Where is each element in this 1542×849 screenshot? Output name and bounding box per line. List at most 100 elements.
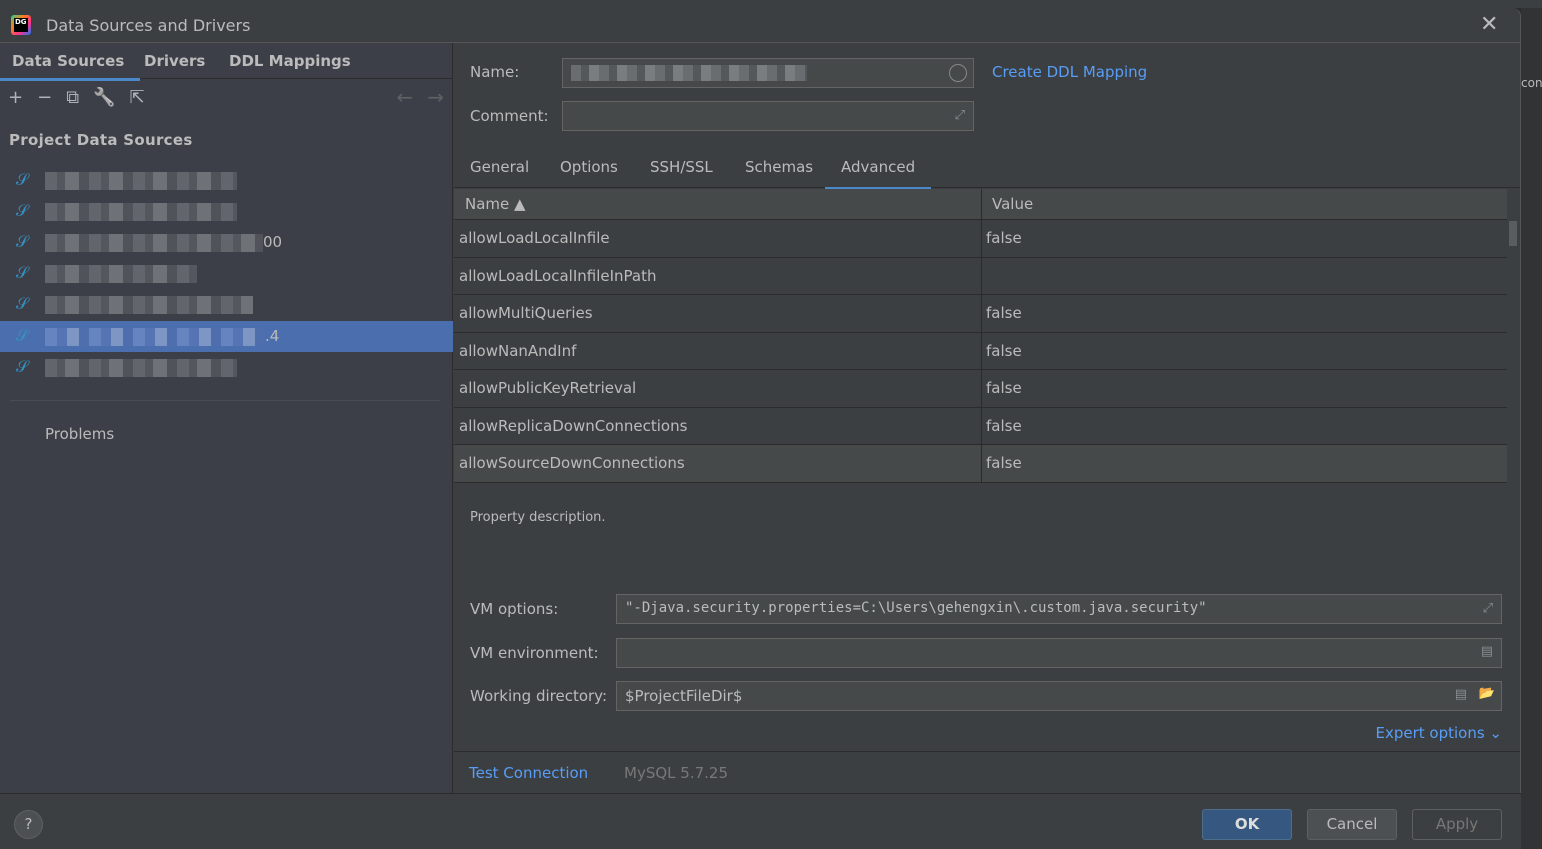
column-separator[interactable] (981, 189, 982, 219)
comment-label: Comment: (470, 107, 549, 125)
document-icon[interactable]: ▤ (1481, 644, 1493, 659)
property-name: allowNanAndInf (459, 341, 577, 360)
mysql-icon: 𝒮 (16, 294, 29, 313)
logo-text: DG (14, 18, 28, 32)
close-icon[interactable]: ✕ (1480, 12, 1498, 37)
mysql-icon: 𝒮 (16, 201, 29, 220)
name-label: Name: (470, 63, 520, 81)
table-scrollbar[interactable] (1509, 221, 1517, 246)
expert-options-link[interactable]: Expert options ⌄ (1375, 724, 1502, 742)
toolbar: + − ⧉ 🔧 ⇱ (8, 87, 145, 108)
divider (10, 400, 440, 401)
property-name: allowLoadLocalInfile (459, 229, 610, 247)
driver-version: MySQL 5.7.25 (624, 764, 728, 782)
table-row[interactable]: allowReplicaDownConnections false (454, 407, 1507, 445)
data-source-item[interactable]: 𝒮 (0, 352, 453, 383)
property-value[interactable]: false (986, 417, 1022, 435)
problems-item[interactable]: Problems (45, 425, 114, 443)
left-tabs: Data Sources Drivers DDL Mappings (0, 43, 452, 81)
working-directory-label: Working directory: (470, 687, 608, 705)
table-row[interactable]: allowMultiQueries false (454, 295, 1507, 333)
redacted-name (45, 359, 237, 377)
wrench-icon[interactable]: 🔧 (93, 87, 115, 108)
name-input[interactable] (562, 58, 974, 88)
column-separator (981, 445, 982, 482)
mysql-icon: 𝒮 (16, 232, 29, 251)
color-circle-icon[interactable] (949, 64, 967, 82)
tab-drivers[interactable]: Drivers (144, 52, 205, 70)
property-name: allowMultiQueries (459, 304, 593, 322)
navigation: ← → (396, 85, 444, 109)
left-panel: Data Sources Drivers DDL Mappings + − ⧉ … (0, 43, 453, 793)
redacted-name (45, 172, 237, 190)
data-source-item[interactable]: 𝒮 (0, 165, 453, 196)
redacted-name (571, 65, 807, 81)
export-icon[interactable]: ⇱ (129, 87, 144, 108)
tab-general[interactable]: General (470, 158, 529, 176)
back-arrow-icon[interactable]: ← (396, 85, 413, 109)
expand-icon[interactable]: ⤢ (955, 108, 965, 123)
table-row[interactable]: allowSourceDownConnections false (454, 445, 1507, 483)
mysql-icon: 𝒮 (16, 263, 29, 282)
apply-button[interactable]: Apply (1412, 809, 1502, 840)
tab-data-sources[interactable]: Data Sources (0, 52, 141, 81)
tab-ddl-mappings[interactable]: DDL Mappings (229, 52, 351, 70)
vm-environment-input[interactable]: ▤ (616, 638, 1502, 668)
redacted-name (45, 265, 197, 283)
properties-table: Name ▲ Value allowLoadLocalInfile false a… (454, 189, 1507, 483)
column-header-value[interactable]: Value (992, 195, 1033, 213)
table-row[interactable]: allowLoadLocalInfile false (454, 220, 1507, 258)
document-icon[interactable]: ▤ (1455, 687, 1467, 702)
data-source-item[interactable]: 𝒮 (0, 289, 453, 320)
vm-environment-label: VM environment: (470, 644, 599, 662)
comment-input[interactable]: ⤢ (562, 101, 974, 131)
tab-advanced[interactable]: Advanced (824, 158, 932, 190)
property-value[interactable]: false (986, 229, 1022, 247)
property-value[interactable]: false (986, 379, 1022, 397)
forward-arrow-icon[interactable]: → (427, 85, 444, 109)
vm-options-input[interactable]: "-Djava.security.properties=C:\Users\geh… (616, 594, 1502, 624)
test-connection-link[interactable]: Test Connection (469, 764, 588, 782)
tab-ssh-ssl[interactable]: SSH/SSL (650, 158, 713, 176)
dialog-buttons-bar: ? OK Cancel Apply (0, 793, 1521, 849)
ide-fragment-text: con (1521, 76, 1542, 90)
table-row[interactable]: allowLoadLocalInfileInPath (454, 257, 1507, 295)
settings-tabs: General Options SSH/SSL Schemas Advanced (454, 148, 1520, 190)
copy-icon[interactable]: ⧉ (66, 87, 79, 108)
tab-schemas[interactable]: Schemas (745, 158, 813, 176)
data-source-suffix: 00 (263, 233, 283, 251)
expand-icon[interactable]: ⤢ (1483, 601, 1493, 616)
column-header-name[interactable]: Name ▲ (465, 195, 526, 213)
folder-icon[interactable]: 📂 (1479, 686, 1495, 701)
ide-background-strip (0, 0, 1542, 8)
property-value[interactable]: false (986, 304, 1022, 322)
column-separator (981, 257, 982, 294)
table-row[interactable]: allowNanAndInf false (454, 332, 1507, 370)
section-title: Project Data Sources (9, 131, 193, 149)
property-name: allowReplicaDownConnections (459, 416, 688, 435)
create-ddl-mapping-link[interactable]: Create DDL Mapping (992, 63, 1147, 81)
mysql-icon: 𝒮 (16, 326, 29, 345)
redacted-name (45, 296, 253, 314)
table-row[interactable]: allowPublicKeyRetrieval false (454, 370, 1507, 408)
ok-button[interactable]: OK (1202, 809, 1292, 840)
help-button[interactable]: ? (14, 810, 43, 839)
data-source-item[interactable]: 𝒮 (0, 196, 453, 227)
mysql-icon: 𝒮 (16, 170, 29, 189)
remove-icon[interactable]: − (37, 87, 52, 108)
property-name: allowLoadLocalInfileInPath (459, 266, 657, 285)
property-value[interactable]: false (986, 454, 1022, 472)
working-directory-input[interactable]: $ProjectFileDir$ ▤ 📂 (616, 681, 1502, 711)
data-source-item[interactable]: 𝒮 00 (0, 227, 453, 258)
property-value[interactable]: false (986, 342, 1022, 360)
working-directory-value: $ProjectFileDir$ (625, 687, 743, 705)
cancel-button[interactable]: Cancel (1307, 809, 1397, 840)
window-title: Data Sources and Drivers (46, 16, 251, 35)
column-separator (981, 407, 982, 444)
column-separator (981, 332, 982, 369)
data-source-item-selected[interactable]: 𝒮 .4 (0, 321, 453, 352)
tab-options[interactable]: Options (560, 158, 618, 176)
data-source-item[interactable]: 𝒮 (0, 258, 453, 289)
add-icon[interactable]: + (8, 87, 23, 108)
title-bar: DG Data Sources and Drivers ✕ (0, 8, 1520, 43)
